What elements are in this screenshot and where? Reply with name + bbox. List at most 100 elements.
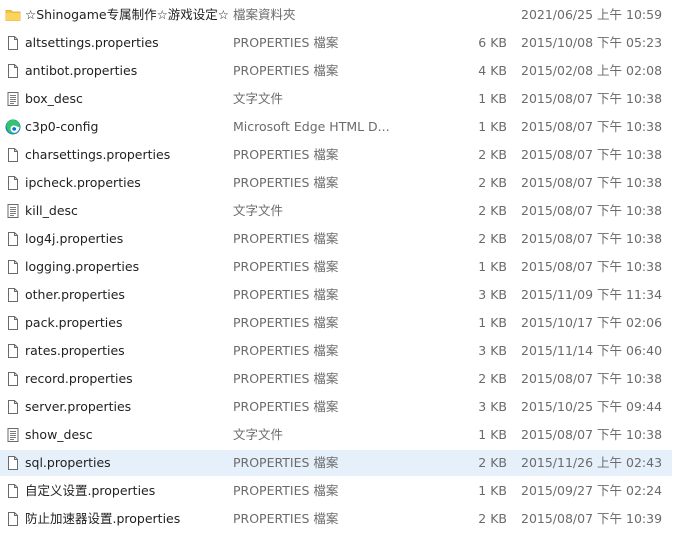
file-size: 4 KB xyxy=(478,63,507,78)
file-type: 文字文件 xyxy=(233,427,284,442)
file-size: 2 KB xyxy=(478,147,507,162)
text-file-icon xyxy=(5,427,21,443)
file-size: 2 KB xyxy=(478,203,507,218)
file-modified: 2015/08/07 下午 10:38 xyxy=(521,175,663,190)
file-size: 2 KB xyxy=(478,371,507,386)
file-modified: 2015/08/07 下午 10:38 xyxy=(521,147,663,162)
file-icon xyxy=(5,399,21,415)
file-row-selected[interactable]: sql.properties PROPERTIES 檔案 2 KB 2015/1… xyxy=(0,450,672,476)
file-size: 3 KB xyxy=(478,399,507,414)
file-icon xyxy=(5,315,21,331)
file-icon xyxy=(5,483,21,499)
file-modified: 2015/10/25 下午 09:44 xyxy=(521,399,663,414)
file-row[interactable]: record.properties PROPERTIES 檔案 2 KB 201… xyxy=(0,366,672,392)
file-name: box_desc xyxy=(25,91,83,106)
file-name: ☆Shinogame专属制作☆游戏设定☆ xyxy=(25,7,229,22)
file-type: PROPERTIES 檔案 xyxy=(233,231,339,246)
file-name: ipcheck.properties xyxy=(25,175,141,190)
file-name: rates.properties xyxy=(25,343,125,358)
file-modified: 2015/08/07 下午 10:38 xyxy=(521,231,663,246)
file-modified: 2015/08/07 下午 10:38 xyxy=(521,91,663,106)
file-type: PROPERTIES 檔案 xyxy=(233,147,339,162)
file-row[interactable]: kill_desc 文字文件 2 KB 2015/08/07 下午 10:38 xyxy=(0,198,672,224)
file-modified: 2015/08/07 下午 10:38 xyxy=(521,119,663,134)
file-size: 3 KB xyxy=(478,287,507,302)
file-size: 2 KB xyxy=(478,175,507,190)
file-size: 1 KB xyxy=(478,427,507,442)
file-type: PROPERTIES 檔案 xyxy=(233,371,339,386)
file-list: ☆Shinogame专属制作☆游戏设定☆ 檔案資料夾 2021/06/25 上午… xyxy=(0,0,687,544)
file-row[interactable]: show_desc 文字文件 1 KB 2015/08/07 下午 10:38 xyxy=(0,422,672,448)
file-row[interactable]: altsettings.properties PROPERTIES 檔案 6 K… xyxy=(0,30,672,56)
file-icon xyxy=(5,371,21,387)
file-size: 1 KB xyxy=(478,119,507,134)
file-size: 2 KB xyxy=(478,511,507,526)
file-name: other.properties xyxy=(25,287,125,302)
file-name: altsettings.properties xyxy=(25,35,159,50)
file-row[interactable]: c3p0-config Microsoft Edge HTML D... 1 K… xyxy=(0,114,672,140)
file-row[interactable]: charsettings.properties PROPERTIES 檔案 2 … xyxy=(0,142,672,168)
file-name: log4j.properties xyxy=(25,231,124,246)
file-size: 1 KB xyxy=(478,259,507,274)
file-modified: 2021/06/25 上午 10:59 xyxy=(521,7,663,22)
file-row[interactable]: pack.properties PROPERTIES 檔案 1 KB 2015/… xyxy=(0,310,672,336)
file-type: PROPERTIES 檔案 xyxy=(233,455,339,470)
file-modified: 2015/08/07 下午 10:38 xyxy=(521,427,663,442)
file-size: 2 KB xyxy=(478,455,507,470)
file-row[interactable]: ☆Shinogame专属制作☆游戏设定☆ 檔案資料夾 2021/06/25 上午… xyxy=(0,2,672,28)
file-row[interactable]: 防止加速器设置.properties PROPERTIES 檔案 2 KB 20… xyxy=(0,506,672,532)
file-modified: 2015/11/09 下午 11:34 xyxy=(521,287,663,302)
file-row[interactable]: log4j.properties PROPERTIES 檔案 2 KB 2015… xyxy=(0,226,672,252)
text-file-icon xyxy=(5,203,21,219)
file-icon xyxy=(5,63,21,79)
file-type: 文字文件 xyxy=(233,91,284,106)
file-type: PROPERTIES 檔案 xyxy=(233,483,339,498)
file-icon xyxy=(5,147,21,163)
file-type: PROPERTIES 檔案 xyxy=(233,343,339,358)
file-modified: 2015/08/07 下午 10:38 xyxy=(521,203,663,218)
file-name: show_desc xyxy=(25,427,93,442)
file-name: charsettings.properties xyxy=(25,147,171,162)
file-size: 2 KB xyxy=(478,231,507,246)
file-name: sql.properties xyxy=(25,455,111,470)
file-row[interactable]: logging.properties PROPERTIES 檔案 1 KB 20… xyxy=(0,254,672,280)
file-type: PROPERTIES 檔案 xyxy=(233,35,339,50)
file-name: 防止加速器设置.properties xyxy=(25,511,181,526)
file-row[interactable]: antibot.properties PROPERTIES 檔案 4 KB 20… xyxy=(0,58,672,84)
file-row[interactable]: server.properties PROPERTIES 檔案 3 KB 201… xyxy=(0,394,672,420)
file-name: server.properties xyxy=(25,399,132,414)
file-modified: 2015/02/08 上午 02:08 xyxy=(521,63,663,78)
file-name: logging.properties xyxy=(25,259,140,274)
file-row[interactable]: other.properties PROPERTIES 檔案 3 KB 2015… xyxy=(0,282,672,308)
file-size: 1 KB xyxy=(478,91,507,106)
file-icon xyxy=(5,287,21,303)
file-icon xyxy=(5,231,21,247)
file-name: pack.properties xyxy=(25,315,123,330)
folder-icon xyxy=(5,7,21,23)
file-type: 文字文件 xyxy=(233,203,284,218)
file-type: PROPERTIES 檔案 xyxy=(233,175,339,190)
file-row[interactable]: rates.properties PROPERTIES 檔案 3 KB 2015… xyxy=(0,338,672,364)
file-type: Microsoft Edge HTML D... xyxy=(233,119,390,134)
file-name: 自定义设置.properties xyxy=(25,483,156,498)
file-size: 1 KB xyxy=(478,483,507,498)
file-name: antibot.properties xyxy=(25,63,138,78)
file-name: c3p0-config xyxy=(25,119,99,134)
file-row[interactable]: 自定义设置.properties PROPERTIES 檔案 1 KB 2015… xyxy=(0,478,672,504)
file-row[interactable]: ipcheck.properties PROPERTIES 檔案 2 KB 20… xyxy=(0,170,672,196)
file-modified: 2015/10/17 下午 02:06 xyxy=(521,315,663,330)
file-name: record.properties xyxy=(25,371,133,386)
file-name: kill_desc xyxy=(25,203,78,218)
file-type: 檔案資料夾 xyxy=(233,7,296,22)
file-type: PROPERTIES 檔案 xyxy=(233,399,339,414)
file-modified: 2015/08/07 下午 10:39 xyxy=(521,511,663,526)
text-file-icon xyxy=(5,91,21,107)
file-icon xyxy=(5,343,21,359)
file-row[interactable]: box_desc 文字文件 1 KB 2015/08/07 下午 10:38 xyxy=(0,86,672,112)
file-type: PROPERTIES 檔案 xyxy=(233,315,339,330)
file-size: 3 KB xyxy=(478,343,507,358)
file-modified: 2015/08/07 下午 10:38 xyxy=(521,259,663,274)
file-type: PROPERTIES 檔案 xyxy=(233,287,339,302)
file-type: PROPERTIES 檔案 xyxy=(233,63,339,78)
file-icon xyxy=(5,455,21,471)
